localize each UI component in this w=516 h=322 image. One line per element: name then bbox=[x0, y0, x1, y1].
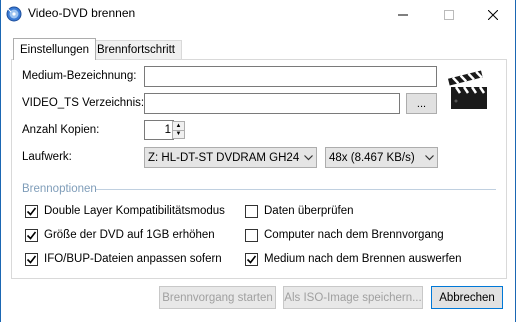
eject-medium-checkbox[interactable] bbox=[245, 253, 258, 266]
eject-medium-label: Medium nach dem Brennen auswerfen bbox=[264, 253, 462, 265]
checkmark-icon bbox=[246, 255, 257, 264]
dvd-size-label: Größe der DVD auf 1GB erhöhen bbox=[44, 229, 215, 241]
drive-select[interactable]: Z: HL-DT-ST DVDRAM GH24N bbox=[144, 147, 317, 168]
copies-value: 1 bbox=[164, 124, 171, 136]
copies-label: Anzahl Kopien: bbox=[22, 124, 100, 136]
tab-brennfortschritt[interactable]: Brennfortschritt bbox=[90, 40, 182, 59]
double-layer-label: Double Layer Kompatibilitätsmodus bbox=[44, 205, 225, 217]
medium-name-input[interactable] bbox=[144, 66, 437, 87]
speed-select[interactable]: 48x (8.467 KB/s) bbox=[325, 147, 438, 168]
checkmark-icon bbox=[26, 255, 37, 264]
maximize-button[interactable] bbox=[426, 0, 472, 30]
minimize-button[interactable] bbox=[380, 0, 426, 30]
drive-select-value: Z: HL-DT-ST DVDRAM GH24N bbox=[148, 151, 300, 164]
shutdown-computer-checkbox[interactable] bbox=[245, 229, 258, 242]
start-burn-button[interactable]: Brennvorgang starten bbox=[159, 286, 276, 309]
clapperboard-icon bbox=[446, 68, 492, 114]
close-button[interactable] bbox=[470, 0, 516, 30]
minimize-icon bbox=[398, 14, 408, 16]
spin-down-icon[interactable]: ▼ bbox=[173, 131, 184, 139]
ifo-bup-checkbox[interactable] bbox=[25, 253, 38, 266]
title-bar: Video-DVD brennen bbox=[0, 0, 516, 30]
checkmark-icon bbox=[26, 207, 37, 216]
chevron-down-icon bbox=[421, 154, 437, 161]
browse-label: ... bbox=[416, 97, 427, 110]
dvd-burn-icon bbox=[6, 6, 22, 22]
verify-data-label: Daten überprüfen bbox=[264, 205, 354, 217]
ifo-bup-label: IFO/BUP-Dateien anpassen sofern bbox=[44, 253, 222, 265]
save-iso-button[interactable]: Als ISO-Image speichern... bbox=[283, 286, 423, 309]
speed-select-value: 48x (8.467 KB/s) bbox=[329, 151, 415, 164]
browse-button[interactable]: ... bbox=[406, 93, 437, 114]
window-title: Video-DVD brennen bbox=[28, 6, 136, 20]
copies-spin-buttons[interactable]: ▲ ▼ bbox=[172, 121, 185, 139]
close-icon bbox=[488, 10, 498, 20]
shutdown-computer-label: Computer nach dem Brennvorgang bbox=[264, 229, 444, 241]
medium-label: Medium-Bezeichnung: bbox=[22, 70, 137, 82]
group-divider bbox=[96, 189, 496, 190]
spin-up-icon[interactable]: ▲ bbox=[173, 122, 184, 131]
dvd-size-checkbox[interactable] bbox=[25, 229, 38, 242]
video-ts-label: VIDEO_TS Verzeichnis: bbox=[22, 97, 145, 109]
chevron-down-icon bbox=[300, 154, 316, 161]
tab-einstellungen[interactable]: Einstellungen bbox=[13, 38, 97, 60]
burn-options-group-label: Brennoptionen bbox=[22, 183, 97, 195]
double-layer-checkbox[interactable] bbox=[25, 205, 38, 218]
checkmark-icon bbox=[26, 231, 37, 240]
maximize-icon bbox=[444, 10, 454, 20]
verify-data-checkbox[interactable] bbox=[245, 205, 258, 218]
video-ts-input[interactable] bbox=[144, 93, 400, 114]
drive-label: Laufwerk: bbox=[22, 151, 72, 163]
settings-panel bbox=[11, 59, 507, 279]
cancel-button[interactable]: Abbrechen bbox=[431, 286, 503, 309]
copies-stepper[interactable]: 1 bbox=[144, 120, 174, 140]
